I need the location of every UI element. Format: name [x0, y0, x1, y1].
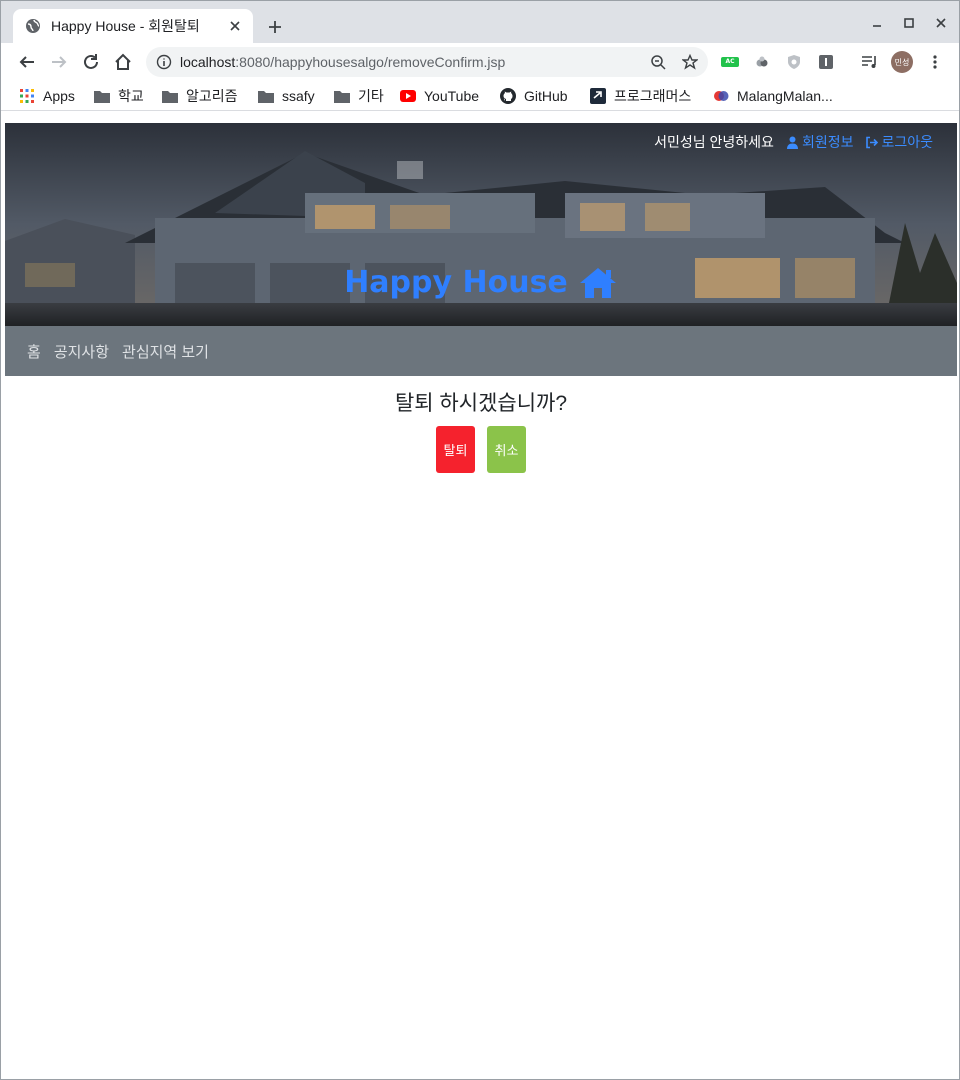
profile-avatar[interactable]: 민성 [891, 51, 913, 73]
browser-tab[interactable]: Happy House - 회원탈퇴 [13, 9, 253, 43]
minimize-icon[interactable] [867, 13, 887, 33]
programmers-icon [590, 88, 606, 104]
home-icon[interactable] [111, 50, 135, 74]
browser-window: Happy House - 회원탈퇴 localhost:8080/happyh… [0, 0, 960, 1080]
bookmark-label: 알고리즘 [186, 88, 238, 104]
folder-icon [94, 88, 110, 104]
button-row: 탈퇴 취소 [5, 426, 957, 473]
bookmark-youtube[interactable]: YouTube [400, 85, 479, 107]
nav-interest-area[interactable]: 관심지역 보기 [122, 341, 209, 362]
folder-icon [162, 88, 178, 104]
folder-icon [334, 88, 350, 104]
sign-out-icon [865, 136, 879, 149]
new-tab-icon[interactable] [263, 15, 287, 39]
extension-ac-icon[interactable]: AC [720, 52, 740, 72]
withdraw-question: 탈퇴 하시겠습니까? [394, 392, 568, 415]
bookmark-programmers[interactable]: 프로그래머스 [590, 85, 691, 107]
media-queue-icon[interactable] [860, 52, 880, 72]
url-text[interactable]: localhost:8080/happyhousesalgo/removeCon… [180, 54, 505, 70]
bookmark-folder-algorithm[interactable]: 알고리즘 [162, 85, 238, 107]
tab-strip: Happy House - 회원탈퇴 [1, 1, 959, 43]
withdraw-button[interactable]: 탈퇴 [436, 426, 475, 473]
reload-icon[interactable] [79, 50, 103, 74]
browser-toolbar: localhost:8080/happyhousesalgo/removeCon… [1, 43, 959, 81]
bookmark-malang[interactable]: MalangMalan... [713, 85, 833, 107]
back-arrow-icon[interactable] [15, 50, 39, 74]
bookmark-folder-ssafy[interactable]: ssafy [258, 85, 315, 107]
bookmark-folder-etc[interactable]: 기타 [334, 85, 384, 107]
bookmark-label: 기타 [358, 88, 384, 104]
bookmark-apps[interactable]: Apps [19, 85, 75, 107]
bookmark-label: Apps [43, 88, 75, 104]
youtube-icon [400, 88, 416, 104]
address-bar[interactable]: localhost:8080/happyhousesalgo/removeCon… [146, 47, 708, 77]
info-icon[interactable] [156, 54, 172, 70]
extension-shield-icon[interactable] [784, 52, 804, 72]
bookmark-label: GitHub [524, 88, 568, 104]
user-icon [786, 136, 799, 149]
github-icon [500, 88, 516, 104]
bookmark-folder-school[interactable]: 학교 [94, 85, 144, 107]
bookmark-label: ssafy [282, 88, 315, 104]
star-icon[interactable] [680, 52, 700, 72]
tab-title: Happy House - 회원탈퇴 [51, 18, 200, 34]
forward-arrow-icon[interactable] [47, 50, 71, 74]
folder-icon [258, 88, 274, 104]
close-tab-icon[interactable] [227, 18, 243, 34]
page-content: 서민성님 안녕하세요 회원정보 로그아웃 Happy House 홈 공지사항 … [5, 123, 957, 1077]
globe-icon [25, 18, 41, 34]
more-menu-icon[interactable] [925, 52, 945, 72]
greeting-text: 서민성님 안녕하세요 [654, 134, 774, 150]
nav-home[interactable]: 홈 [27, 341, 41, 362]
member-info-link[interactable]: 회원정보 [786, 132, 853, 152]
home-icon [578, 266, 618, 300]
user-bar: 서민성님 안녕하세요 회원정보 로그아웃 [654, 132, 933, 152]
bookmark-label: 프로그래머스 [614, 88, 692, 104]
cancel-button[interactable]: 취소 [487, 426, 526, 473]
nav-notice[interactable]: 공지사항 [54, 341, 109, 362]
bookmarks-bar: Apps 학교 알고리즘 ssafy 기타 YouTube GitHub 프로그… [1, 81, 959, 111]
brand-logo[interactable]: Happy House [5, 265, 957, 300]
logout-link[interactable]: 로그아웃 [865, 132, 933, 152]
header-hero-banner: 서민성님 안녕하세요 회원정보 로그아웃 Happy House [5, 123, 957, 326]
bookmark-label: YouTube [424, 88, 480, 104]
close-window-icon[interactable] [931, 13, 951, 33]
apps-grid-icon [19, 88, 35, 104]
malang-icon [713, 88, 729, 104]
bookmark-label: 학교 [118, 88, 144, 104]
bookmark-github[interactable]: GitHub [500, 85, 568, 107]
main-navbar: 홈 공지사항 관심지역 보기 [5, 326, 957, 376]
extension-dots-icon[interactable] [752, 52, 772, 72]
zoom-icon[interactable] [648, 52, 668, 72]
extension-i-icon[interactable] [816, 52, 836, 72]
maximize-icon[interactable] [899, 13, 919, 33]
bookmark-label: MalangMalan... [737, 88, 833, 104]
brand-title: Happy House [344, 265, 568, 300]
